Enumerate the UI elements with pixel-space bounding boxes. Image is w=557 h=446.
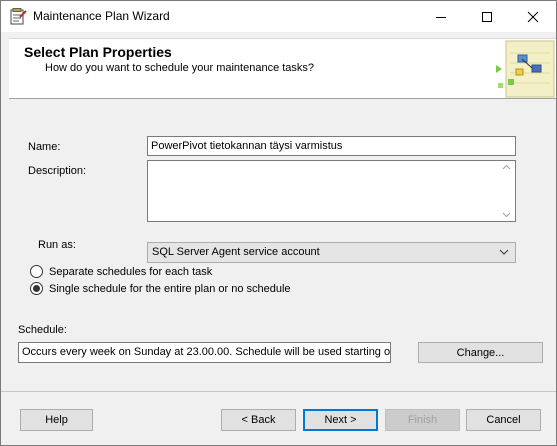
page-title: Select Plan Properties <box>24 44 172 60</box>
help-button-label: Help <box>45 414 68 426</box>
description-label: Description: <box>28 165 87 177</box>
wizard-window: Maintenance Plan Wizard Select Plan Prop… <box>0 0 557 446</box>
close-button[interactable] <box>510 1 556 32</box>
back-button-label: < Back <box>241 414 276 426</box>
schedule-description-field[interactable]: Occurs every week on Sunday at 23.00.00.… <box>18 342 391 363</box>
close-icon <box>527 11 539 22</box>
back-button[interactable]: < Back <box>221 409 296 431</box>
radio-single-schedule[interactable] <box>30 282 43 295</box>
window-title: Maintenance Plan Wizard <box>33 9 170 23</box>
title-bar[interactable]: Maintenance Plan Wizard <box>1 1 556 32</box>
description-input[interactable] <box>147 160 516 222</box>
name-input[interactable]: PowerPivot tietokannan täysi varmistus <box>147 136 516 156</box>
page-subtitle: How do you want to schedule your mainten… <box>45 62 315 74</box>
help-button[interactable]: Help <box>20 409 93 431</box>
change-schedule-button[interactable]: Change... <box>418 342 543 363</box>
radio-separate-label[interactable]: Separate schedules for each task <box>49 266 212 278</box>
run-as-value: SQL Server Agent service account <box>152 246 320 258</box>
maximize-icon <box>482 11 492 22</box>
schedule-label: Schedule: <box>18 324 67 336</box>
minimize-button[interactable] <box>418 1 464 32</box>
wizard-app-icon <box>10 8 27 25</box>
footer-divider <box>1 391 556 392</box>
radio-separate-schedules[interactable] <box>30 265 43 278</box>
scroll-up-icon[interactable] <box>502 164 511 170</box>
cancel-button[interactable]: Cancel <box>466 409 541 431</box>
minimize-icon <box>436 16 446 18</box>
name-label: Name: <box>28 141 61 153</box>
next-button[interactable]: Next > <box>303 409 378 431</box>
wizard-banner-graphic <box>496 40 555 98</box>
run-as-label: Run as: <box>38 239 76 251</box>
finish-button[interactable]: Finish <box>385 409 460 431</box>
next-button-label: Next > <box>324 414 357 426</box>
maximize-button[interactable] <box>464 1 510 32</box>
description-scrollbar[interactable] <box>498 161 515 221</box>
cancel-button-label: Cancel <box>486 414 521 426</box>
radio-single-label[interactable]: Single schedule for the entire plan or n… <box>49 283 291 295</box>
scroll-down-icon[interactable] <box>502 212 511 218</box>
chevron-down-icon <box>499 249 509 255</box>
finish-button-label: Finish <box>407 414 438 426</box>
change-button-label: Change... <box>456 346 505 359</box>
run-as-dropdown[interactable]: SQL Server Agent service account <box>147 242 516 263</box>
header-banner: Select Plan Properties How do you want t… <box>9 38 556 99</box>
